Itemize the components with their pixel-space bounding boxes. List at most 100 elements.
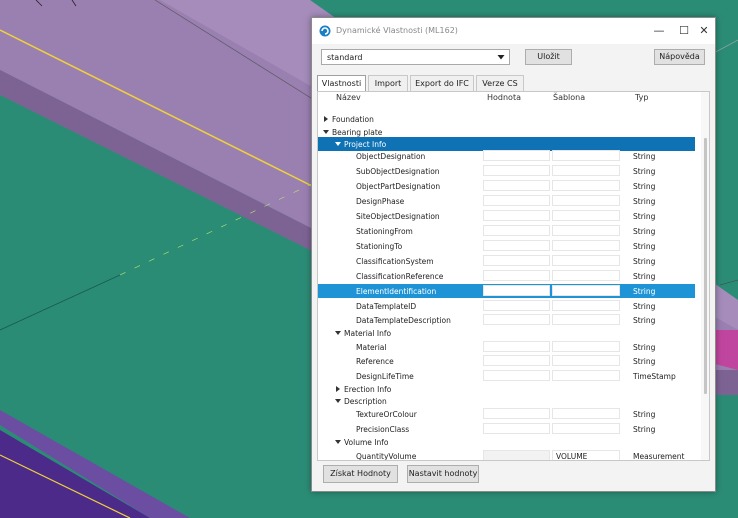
property-template-field[interactable] — [552, 314, 620, 325]
property-template-field[interactable] — [552, 370, 620, 381]
expand-down-icon[interactable] — [335, 330, 341, 336]
property-type: String — [633, 182, 656, 191]
property-name: DesignLifeTime — [356, 372, 414, 381]
property-row[interactable]: SiteObjectDesignation String — [318, 209, 695, 223]
property-name: DataTemplateDescription — [356, 316, 451, 325]
property-row[interactable]: Material String — [318, 340, 695, 354]
tree-group-row[interactable]: Material Info — [318, 326, 695, 340]
expand-right-icon[interactable] — [323, 116, 329, 122]
help-button[interactable]: Nápověda — [654, 49, 705, 65]
property-value-field[interactable] — [483, 240, 550, 251]
property-value-field[interactable] — [483, 300, 550, 311]
property-row[interactable]: DataTemplateDescription String — [318, 313, 695, 327]
property-value-field[interactable] — [483, 314, 550, 325]
property-row[interactable]: StationingTo String — [318, 239, 695, 253]
set-values-button[interactable]: Nastavit hodnoty — [407, 465, 479, 483]
get-values-button[interactable]: Získat Hodnoty — [323, 465, 398, 483]
property-row[interactable]: PrecisionClass String — [318, 422, 695, 436]
property-name: ClassificationReference — [356, 272, 444, 281]
property-template-field[interactable] — [552, 210, 620, 221]
column-header-value: Hodnota — [487, 93, 521, 102]
property-value-field[interactable] — [483, 423, 550, 434]
tab-import[interactable]: Import — [368, 75, 408, 91]
scrollbar-thumb[interactable] — [704, 138, 707, 394]
property-template-field[interactable] — [552, 240, 620, 251]
property-template-field[interactable] — [552, 270, 620, 281]
property-template-field[interactable] — [552, 195, 620, 206]
expand-right-icon[interactable] — [335, 386, 341, 392]
property-type: TimeStamp — [633, 372, 676, 381]
template-select-value: standard — [327, 53, 363, 62]
tree-group-row[interactable]: Description — [318, 394, 695, 408]
property-row[interactable]: TextureOrColour String — [318, 407, 695, 421]
property-type: String — [633, 357, 656, 366]
property-template-field[interactable] — [552, 341, 620, 352]
property-value-field[interactable] — [483, 225, 550, 236]
tab-properties[interactable]: Vlastnosti — [317, 75, 366, 92]
property-row[interactable]: ClassificationSystem String — [318, 254, 695, 268]
property-value-field[interactable] — [483, 370, 550, 381]
property-value-field[interactable] — [483, 355, 550, 366]
vertical-scrollbar[interactable] — [701, 92, 709, 460]
property-template-field[interactable] — [552, 165, 620, 176]
expand-down-icon[interactable] — [335, 141, 341, 147]
property-value-field[interactable] — [483, 408, 550, 419]
property-row[interactable]: ObjectDesignation String — [318, 149, 695, 163]
property-template-field[interactable] — [552, 225, 620, 236]
property-value-field[interactable] — [483, 195, 550, 206]
property-template-field[interactable] — [552, 285, 620, 296]
property-row[interactable]: DesignPhase String — [318, 194, 695, 208]
property-template-field[interactable] — [552, 355, 620, 366]
property-template-field[interactable] — [552, 300, 620, 311]
property-row[interactable]: QuantityVolume VOLUME Measurement — [318, 449, 695, 461]
dynamic-properties-dialog: Dynamické Vlastnosti (ML162) — ☐ ✕ stand… — [311, 17, 716, 492]
property-value-field[interactable] — [483, 180, 550, 191]
property-row[interactable]: ObjectPartDesignation String — [318, 179, 695, 193]
property-value-field[interactable] — [483, 285, 550, 296]
group-label: Description — [344, 397, 387, 406]
property-value-field[interactable] — [483, 150, 550, 161]
property-value-field[interactable] — [483, 210, 550, 221]
property-template-field[interactable] — [552, 180, 620, 191]
property-name: TextureOrColour — [356, 410, 417, 419]
property-value-field[interactable] — [483, 270, 550, 281]
property-row[interactable]: DesignLifeTime TimeStamp — [318, 369, 695, 383]
property-template-field[interactable] — [552, 255, 620, 266]
property-template-field[interactable] — [552, 408, 620, 419]
template-select[interactable]: standard — [321, 49, 510, 65]
property-row[interactable]: Reference String — [318, 354, 695, 368]
property-row[interactable]: SubObjectDesignation String — [318, 164, 695, 178]
title-bar[interactable]: Dynamické Vlastnosti (ML162) — ☐ ✕ — [312, 18, 715, 44]
property-value-field[interactable] — [483, 450, 550, 460]
column-header-template: Šablona — [553, 93, 586, 102]
property-row[interactable]: ElementIdentification String — [318, 284, 695, 298]
tab-export-ifc[interactable]: Export do IFC — [410, 75, 474, 91]
property-type: String — [633, 197, 656, 206]
close-button[interactable]: ✕ — [696, 23, 712, 39]
app-icon — [319, 25, 331, 37]
property-name: DataTemplateID — [356, 302, 417, 311]
minimize-button[interactable]: — — [651, 23, 667, 39]
save-button[interactable]: Uložit — [525, 49, 572, 65]
property-row[interactable]: StationingFrom String — [318, 224, 695, 238]
property-template-field[interactable]: VOLUME — [552, 450, 620, 460]
property-type: String — [633, 343, 656, 352]
property-value-field[interactable] — [483, 165, 550, 176]
property-value-field[interactable] — [483, 341, 550, 352]
tree-group-row[interactable]: Foundation — [318, 112, 695, 126]
property-value-field[interactable] — [483, 255, 550, 266]
property-template-field[interactable] — [552, 150, 620, 161]
expand-down-icon[interactable] — [335, 398, 341, 404]
expand-down-icon[interactable] — [335, 439, 341, 445]
property-type: String — [633, 316, 656, 325]
property-row[interactable]: ClassificationReference String — [318, 269, 695, 283]
property-template-field[interactable] — [552, 423, 620, 434]
tab-cs-version[interactable]: Verze CS — [476, 75, 524, 91]
tree-group-row[interactable]: Volume Info — [318, 435, 695, 449]
property-name: StationingFrom — [356, 227, 413, 236]
expand-down-icon[interactable] — [323, 129, 329, 135]
chevron-down-icon — [497, 55, 505, 60]
maximize-button[interactable]: ☐ — [676, 23, 692, 39]
property-row[interactable]: DataTemplateID String — [318, 299, 695, 313]
property-name: QuantityVolume — [356, 452, 417, 461]
